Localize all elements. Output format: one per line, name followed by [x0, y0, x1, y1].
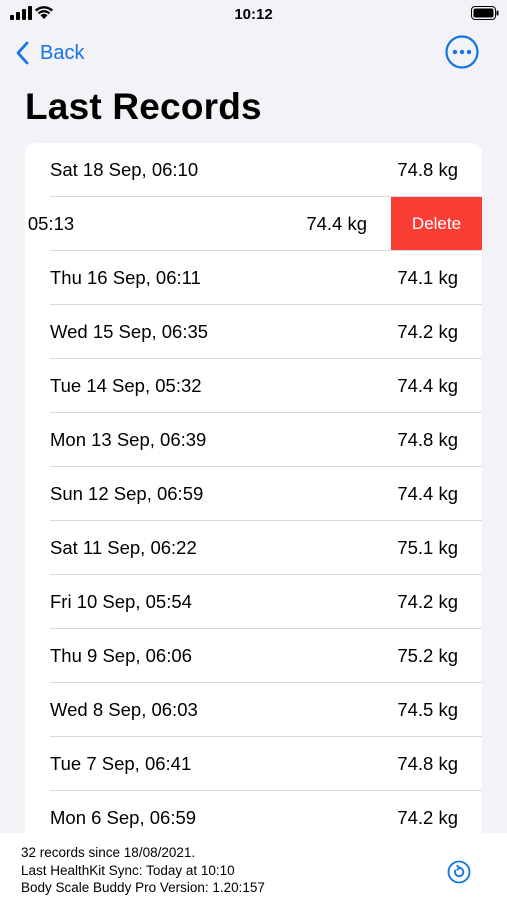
list-item[interactable]: Sat 11 Sep, 06:22 75.1 kg — [25, 521, 482, 575]
record-date: Wed 8 Sep, 06:03 — [50, 699, 198, 720]
record-weight: 74.1 kg — [397, 267, 458, 288]
list-item[interactable]: Wed 15 Sep, 06:35 74.2 kg — [25, 305, 482, 359]
battery-icon — [471, 6, 499, 20]
records-summary: 32 records since 18/08/2021. — [21, 845, 196, 860]
record-date: Mon 6 Sep, 06:59 — [50, 807, 197, 828]
delete-button[interactable]: Delete — [391, 197, 482, 250]
healthkit-sync-status: Last HealthKit Sync: Today at 10:10 — [21, 862, 235, 878]
list-item[interactable]: Mon 6 Sep, 06:59 74.2 kg — [25, 791, 482, 833]
record-weight: 74.4 kg — [397, 483, 458, 504]
chevron-left-icon — [16, 41, 29, 65]
record-weight: 75.1 kg — [397, 537, 458, 558]
record-weight: 74.4 kg — [397, 375, 458, 396]
record-date: Wed 15 Sep, 06:35 — [50, 321, 209, 342]
back-label: Back — [40, 41, 85, 64]
list-item[interactable]: Fri 10 Sep, 05:54 74.2 kg — [25, 575, 482, 629]
record-weight: 74.4 kg — [306, 213, 367, 234]
record-date: Fri 10 Sep, 05:54 — [50, 591, 192, 612]
record-weight: 74.8 kg — [397, 159, 458, 180]
list-item[interactable]: Tue 7 Sep, 06:41 74.8 kg — [25, 737, 482, 791]
record-date: Sun 12 Sep, 06:59 — [50, 483, 204, 504]
records-list: Sat 18 Sep, 06:10 74.8 kg ep, 05:13 74.4… — [25, 143, 482, 833]
record-date: Tue 7 Sep, 06:41 — [50, 753, 192, 774]
record-weight: 74.2 kg — [397, 321, 458, 342]
record-date: Thu 9 Sep, 06:06 — [50, 645, 192, 666]
record-date: Sat 18 Sep, 06:10 — [50, 159, 199, 180]
list-item[interactable]: Mon 13 Sep, 06:39 74.8 kg — [25, 413, 482, 467]
record-date: Mon 13 Sep, 06:39 — [50, 429, 207, 450]
page-title: Last Records — [25, 86, 262, 127]
list-item[interactable]: Sat 18 Sep, 06:10 74.8 kg — [25, 143, 482, 197]
record-date: Tue 14 Sep, 05:32 — [50, 375, 202, 396]
record-weight: 75.2 kg — [397, 645, 458, 666]
ellipsis-circle-icon[interactable] — [445, 35, 479, 69]
back-button[interactable]: Back — [16, 40, 84, 66]
list-item[interactable]: Thu 16 Sep, 06:11 74.1 kg — [25, 251, 482, 305]
list-item-swiped[interactable]: ep, 05:13 74.4 kg Delete — [25, 197, 482, 251]
list-item[interactable]: Wed 8 Sep, 06:03 74.5 kg — [25, 683, 482, 737]
app-version: Body Scale Buddy Pro Version: 1.20:157 — [21, 880, 265, 895]
status-time: 10:12 — [234, 6, 273, 23]
record-date: Sat 11 Sep, 06:22 — [50, 537, 197, 558]
sync-circle-icon[interactable] — [447, 860, 471, 884]
status-bar: 10:12 — [0, 0, 507, 30]
list-item[interactable]: Thu 9 Sep, 06:06 75.2 kg — [25, 629, 482, 683]
record-weight: 74.2 kg — [397, 807, 458, 828]
list-item[interactable]: Sun 12 Sep, 06:59 74.4 kg — [25, 467, 482, 521]
record-weight: 74.8 kg — [397, 753, 458, 774]
footer-info: 32 records since 18/08/2021. Last Health… — [21, 844, 265, 897]
record-weight: 74.8 kg — [397, 429, 458, 450]
footer-bar: 32 records since 18/08/2021. Last Health… — [0, 833, 507, 900]
record-weight: 74.2 kg — [397, 591, 458, 612]
record-date: Thu 16 Sep, 06:11 — [50, 267, 201, 288]
record-weight: 74.5 kg — [397, 699, 458, 720]
list-item[interactable]: Tue 14 Sep, 05:32 74.4 kg — [25, 359, 482, 413]
record-date: ep, 05:13 — [25, 213, 75, 234]
